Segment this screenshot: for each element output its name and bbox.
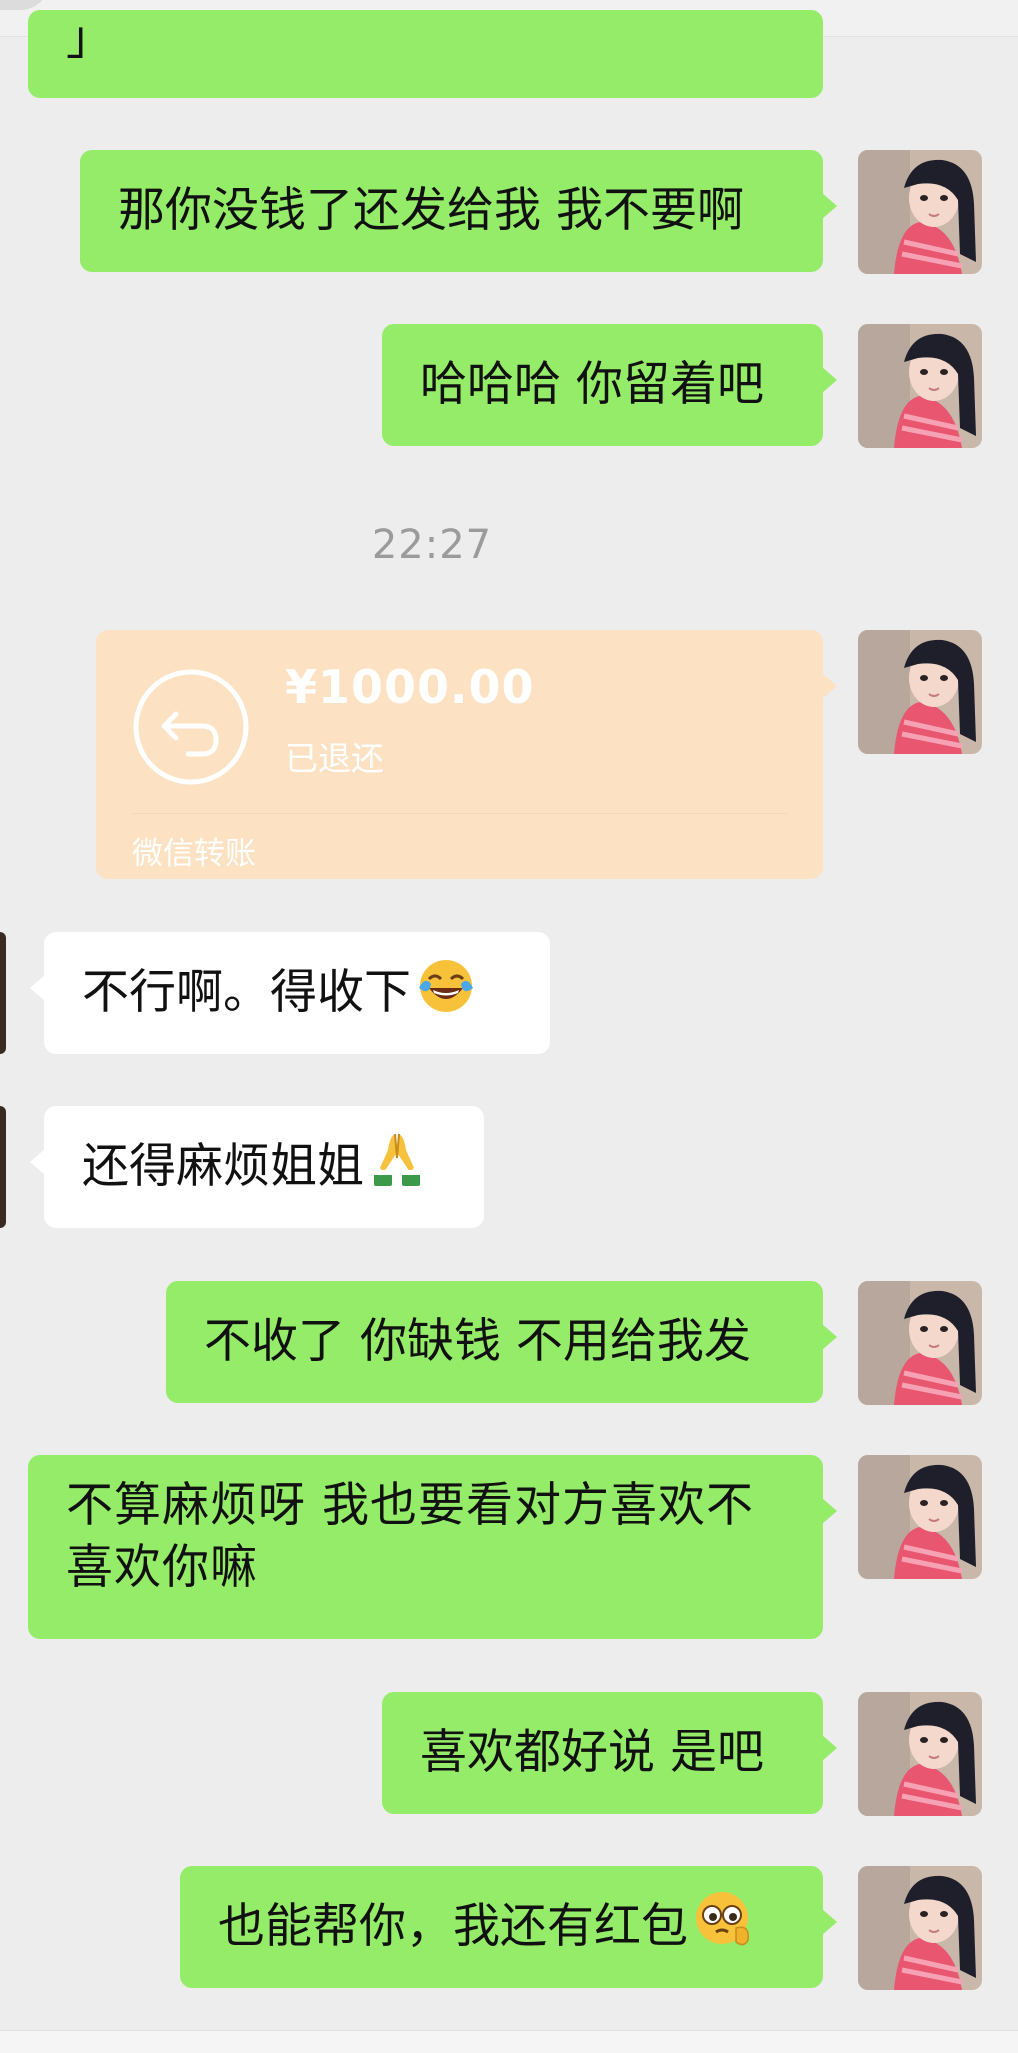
- message-text: 喜欢都好说 是吧: [420, 1725, 764, 1780]
- message-text: 也能帮你，我还有红包: [218, 1899, 688, 1954]
- avatar[interactable]: [858, 630, 982, 754]
- message-text: 哈哈哈 你留着吧: [420, 357, 764, 412]
- message-bubble-partial[interactable]: 」: [28, 10, 823, 98]
- tears-of-joy-emoji: [415, 954, 477, 1032]
- message-text: 不收了 你缺钱 不用给我发: [204, 1314, 751, 1369]
- message-bubble-received[interactable]: 不行啊。得收下: [30, 932, 550, 1054]
- avatar-contact[interactable]: [0, 1106, 6, 1228]
- message-text: 那你没钱了还发给我 我不要啊: [118, 183, 744, 238]
- message-text: 」: [66, 11, 113, 66]
- input-bar-edge: [0, 2030, 1018, 2053]
- message-bubble-sent[interactable]: 哈哈哈 你留着吧: [382, 324, 837, 446]
- message-text: 不算麻烦呀 我也要看对方喜欢不喜欢你嘛: [66, 1478, 754, 1595]
- message-bubble-sent[interactable]: 不算麻烦呀 我也要看对方喜欢不喜欢你嘛: [28, 1455, 837, 1639]
- transfer-amount: ¥1000.00: [285, 660, 535, 714]
- avatar[interactable]: [858, 324, 982, 448]
- transfer-status: 已退还: [285, 739, 384, 778]
- folded-hands-emoji: [368, 1128, 426, 1206]
- transfer-label: 微信转账: [132, 836, 256, 872]
- message-bubble-sent[interactable]: 喜欢都好说 是吧: [382, 1692, 837, 1814]
- message-bubble-sent[interactable]: 那你没钱了还发给我 我不要啊: [80, 150, 837, 272]
- message-bubble-received[interactable]: 还得麻烦姐姐: [30, 1106, 484, 1228]
- avatar[interactable]: [858, 150, 982, 274]
- return-arrow-icon: [132, 668, 250, 790]
- avatar[interactable]: [858, 1455, 982, 1579]
- message-text: 还得麻烦姐姐: [82, 1139, 364, 1194]
- pleading-face-emoji: [692, 1888, 754, 1966]
- transfer-card[interactable]: ¥1000.00 已退还 微信转账: [96, 630, 837, 879]
- message-bubble-sent[interactable]: 也能帮你，我还有红包: [180, 1866, 837, 1988]
- message-bubble-sent[interactable]: 不收了 你缺钱 不用给我发: [166, 1281, 837, 1403]
- avatar[interactable]: [858, 1692, 982, 1816]
- divider: [132, 813, 787, 814]
- avatar[interactable]: [858, 1281, 982, 1405]
- avatar-contact[interactable]: [0, 932, 6, 1054]
- timestamp: 22:27: [371, 522, 493, 568]
- avatar[interactable]: [858, 1866, 982, 1990]
- message-text: 不行啊。得收下: [82, 965, 411, 1020]
